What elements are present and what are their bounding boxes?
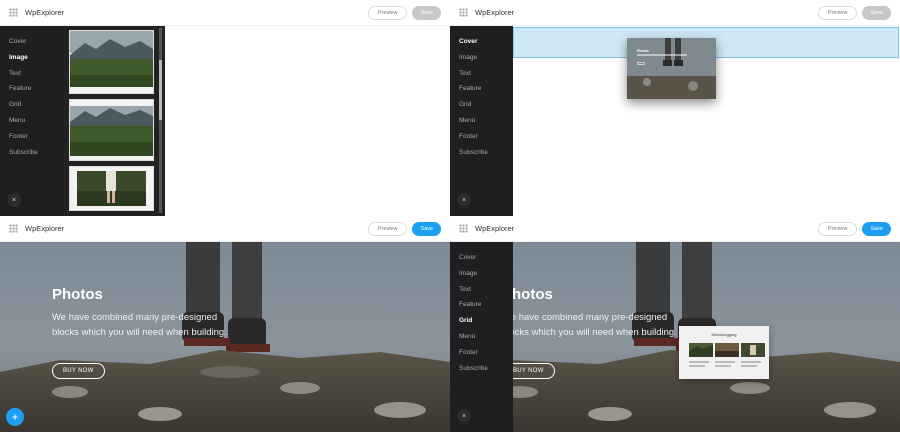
hero-description: We have combined many pre-designed block… xyxy=(502,312,677,338)
sidebar-item-cover[interactable]: Cover xyxy=(450,34,513,50)
preview-button[interactable]: Preview xyxy=(367,221,408,236)
cover-block[interactable]: Photos We have combined many pre-designe… xyxy=(0,242,450,432)
top-bar: WpExplorer Preview Save xyxy=(0,0,450,26)
sidebar-item-subscribe[interactable]: Subscribe xyxy=(0,145,63,161)
grid-icon[interactable] xyxy=(9,8,18,17)
save-button[interactable]: Save xyxy=(862,221,891,236)
dragged-cover-block[interactable]: Photos xyxy=(627,38,716,99)
sidebar-item-menu[interactable]: Menu xyxy=(450,329,513,345)
plus-icon[interactable]: + xyxy=(6,408,24,426)
sidebar-item-text[interactable]: Text xyxy=(0,66,63,82)
top-bar: WpExplorer Preview Save xyxy=(450,0,900,26)
panel-page-cover: WpExplorer Preview Save Photos We have c… xyxy=(0,216,450,432)
top-bar: WpExplorer Preview Save xyxy=(450,216,900,242)
save-button[interactable]: Save xyxy=(412,221,441,236)
close-icon[interactable]: × xyxy=(7,193,21,207)
grid-image-2 xyxy=(715,343,739,357)
sidebar-item-grid[interactable]: Grid xyxy=(450,313,513,329)
grid-icon[interactable] xyxy=(9,224,18,233)
sidebar-item-feature[interactable]: Feature xyxy=(450,297,513,313)
sidebar-item-text[interactable]: Text xyxy=(450,282,513,298)
sidebar-item-feature[interactable]: Feature xyxy=(450,81,513,97)
sidebar-item-image[interactable]: Image xyxy=(450,266,513,282)
sidebar-item-subscribe[interactable]: Subscribe xyxy=(450,145,513,161)
sidebar-item-footer[interactable]: Footer xyxy=(0,129,63,145)
mountain-image xyxy=(70,31,153,93)
grid-text-line xyxy=(689,361,709,363)
block-menu: Cover Image Text Feature Grid Menu Footer Subsc… xyxy=(450,242,513,376)
sidebar-item-footer[interactable]: Footer xyxy=(450,129,513,145)
grid-icon[interactable] xyxy=(459,224,468,233)
person-image xyxy=(70,167,153,210)
close-icon[interactable]: × xyxy=(457,193,471,207)
dragged-block-button xyxy=(637,62,645,65)
block-sidebar: Cover Image Text Feature Grid Menu Footer Subsc… xyxy=(450,26,513,216)
block-preview-list xyxy=(63,26,165,216)
block-menu: Cover Image Text Feature Grid Menu Footer Subsc… xyxy=(450,26,513,160)
hero-title: Photos xyxy=(52,286,103,303)
cover-block[interactable]: Photos We have combined many pre-designe… xyxy=(450,242,900,432)
preview-button[interactable]: Preview xyxy=(817,221,858,236)
cover-image xyxy=(627,38,716,99)
brand-name: WpExplorer xyxy=(25,8,65,17)
hero-description: We have combined many pre-designed block… xyxy=(52,312,227,338)
block-sidebar: Cover Image Text Feature Grid Menu Footer Subsc… xyxy=(0,26,63,216)
dragged-block-title: Photos xyxy=(637,49,649,53)
dragged-grid-block[interactable]: Microblogging xyxy=(679,326,769,379)
block-sidebar: Cover Image Text Feature Grid Menu Footer Subsc… xyxy=(450,242,513,432)
mountain-image xyxy=(70,100,153,160)
brand-name: WpExplorer xyxy=(475,224,515,233)
sidebar-item-footer[interactable]: Footer xyxy=(450,345,513,361)
save-button[interactable]: Save xyxy=(862,5,891,20)
block-thumbnail-person[interactable] xyxy=(69,166,154,211)
brand-name: WpExplorer xyxy=(475,8,515,17)
close-icon[interactable]: × xyxy=(457,409,471,423)
panel-drag-cover: WpExplorer Preview Save Cover Image Text Fe… xyxy=(450,0,900,216)
save-button[interactable]: Save xyxy=(412,5,441,20)
brand-name: WpExplorer xyxy=(25,224,65,233)
grid-text-line xyxy=(741,361,761,363)
block-menu: Cover Image Text Feature Grid Menu Footer Subsc… xyxy=(0,26,63,160)
grid-image-3 xyxy=(741,343,765,357)
scrollbar[interactable] xyxy=(159,28,162,213)
grid-text-line xyxy=(715,361,735,363)
dragged-block-text xyxy=(637,54,687,56)
sidebar-item-cover[interactable]: Cover xyxy=(450,250,513,266)
preview-button[interactable]: Preview xyxy=(817,5,858,20)
sidebar-item-grid[interactable]: Grid xyxy=(450,97,513,113)
panel-image-picker: WpExplorer Preview Save Cover Image Text Fe… xyxy=(0,0,450,216)
sidebar-item-text[interactable]: Text xyxy=(450,66,513,82)
sidebar-item-subscribe[interactable]: Subscribe xyxy=(450,361,513,377)
sidebar-item-grid[interactable]: Grid xyxy=(0,97,63,113)
sidebar-item-cover[interactable]: Cover xyxy=(0,34,63,50)
grid-image-1 xyxy=(689,343,713,357)
scrollbar-thumb[interactable] xyxy=(159,60,162,120)
grid-text-line xyxy=(689,365,705,367)
buy-now-button[interactable]: BUY NOW xyxy=(52,363,105,379)
grid-icon[interactable] xyxy=(459,8,468,17)
grid-block-title: Microblogging xyxy=(711,332,737,337)
sidebar-item-image[interactable]: Image xyxy=(450,50,513,66)
grid-text-line xyxy=(741,365,757,367)
sidebar-item-image[interactable]: Image xyxy=(0,50,63,66)
sidebar-item-menu[interactable]: Menu xyxy=(0,113,63,129)
panel-drag-grid: WpExplorer Preview Save Photos We have c… xyxy=(450,216,900,432)
preview-button[interactable]: Preview xyxy=(367,5,408,20)
sidebar-item-feature[interactable]: Feature xyxy=(0,81,63,97)
top-bar: WpExplorer Preview Save xyxy=(0,216,450,242)
grid-text-line xyxy=(715,365,731,367)
sidebar-item-menu[interactable]: Menu xyxy=(450,113,513,129)
block-thumbnail-mountain[interactable] xyxy=(69,30,154,94)
block-thumbnail-mountain-2[interactable] xyxy=(69,99,154,161)
